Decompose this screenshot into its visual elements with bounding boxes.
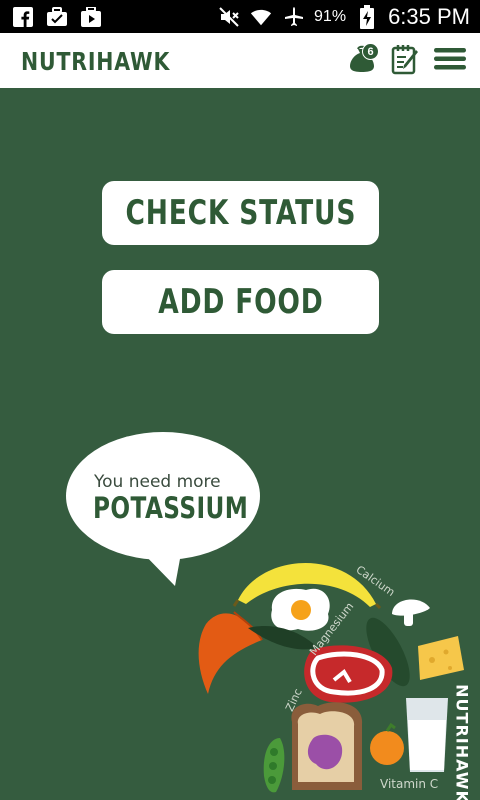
notepad-icon	[391, 43, 421, 80]
orange-shape	[370, 731, 404, 765]
app-title: NUTRIHAWK	[21, 47, 171, 76]
side-brand-mark: NUTRIHAWK	[451, 684, 473, 800]
mute-icon	[218, 6, 240, 28]
menu-button[interactable]	[430, 43, 470, 79]
cheese-shape	[418, 636, 464, 680]
bubble-nutrient: POTASSIUM	[93, 491, 249, 525]
wifi-icon	[250, 6, 272, 28]
battery-charging-icon	[356, 5, 378, 29]
bubble-message: You need more	[94, 472, 221, 492]
bag-count-badge: 6	[362, 43, 379, 60]
play-store-icon	[80, 6, 102, 28]
battery-percent: 91%	[314, 8, 347, 25]
check-status-button[interactable]: CHECK STATUS	[102, 181, 379, 245]
facebook-icon	[12, 6, 34, 28]
system-indicators: 91% 6:35 PM	[218, 3, 470, 31]
food-log-button[interactable]	[389, 43, 423, 79]
app-header: NUTRIHAWK 6	[0, 33, 480, 88]
vitamin-c-label: Vitamin C	[380, 777, 439, 791]
carrot-beak-shape	[198, 613, 262, 694]
clock: 6:35 PM	[388, 4, 470, 29]
add-food-button[interactable]: ADD FOOD	[102, 270, 379, 334]
notification-icons	[12, 6, 102, 28]
food-hawk-illustration	[198, 563, 464, 793]
food-bag-button[interactable]: 6	[340, 43, 384, 79]
airplane-icon	[282, 6, 304, 28]
egg-yolk	[291, 600, 311, 620]
briefcase-icon	[46, 6, 68, 28]
add-food-label: ADD FOOD	[157, 282, 324, 322]
status-bar: 91% 6:35 PM	[0, 0, 480, 33]
side-brand-text: NUTRIHAWK	[452, 684, 472, 800]
hamburger-menu-icon	[433, 46, 467, 77]
check-status-label: CHECK STATUS	[125, 193, 356, 233]
